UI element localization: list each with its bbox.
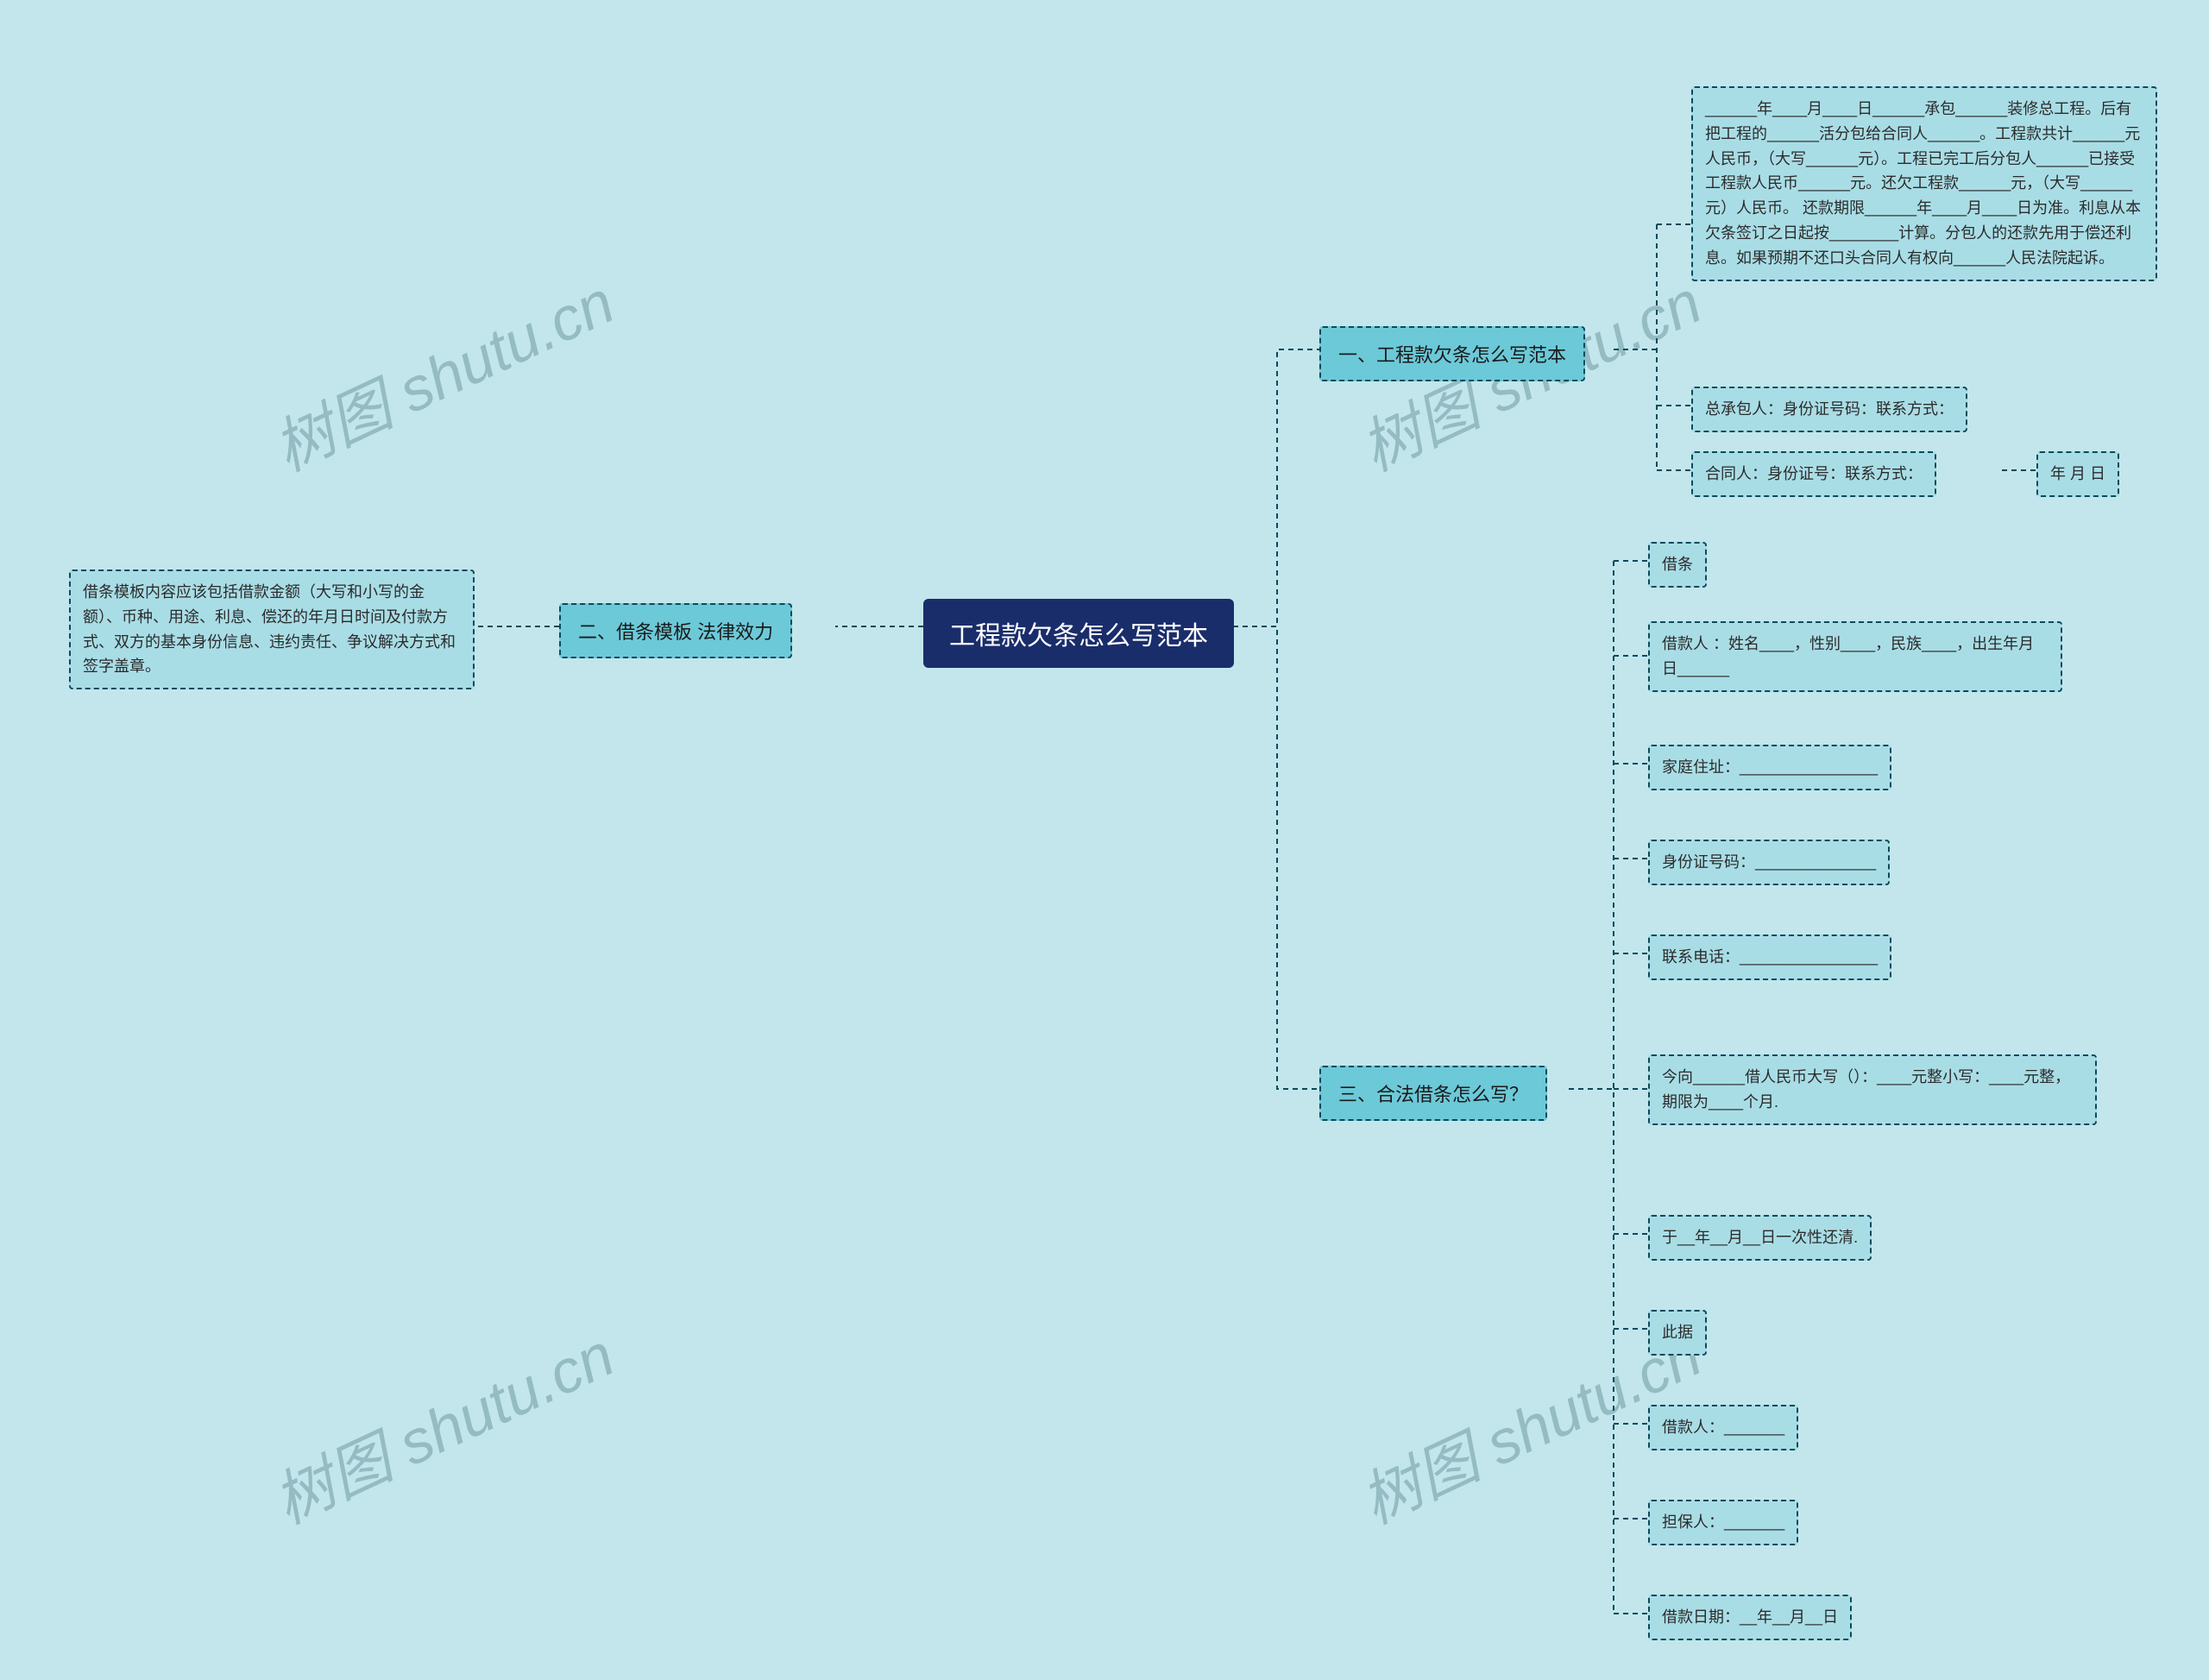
leaf-text: ______年____月____日______承包______装修总工程。后有把… <box>1705 100 2141 267</box>
leaf-text: 家庭住址：________________ <box>1662 758 1878 776</box>
leaf-node[interactable]: 借款人 ：姓名____，性别____，民族____，出生年月日______ <box>1648 621 2062 692</box>
leaf-text: 联系电话：________________ <box>1662 948 1878 966</box>
leaf-text: 借款日期：__年__月__日 <box>1662 1608 1838 1626</box>
leaf-node[interactable]: 此据 <box>1648 1310 1707 1356</box>
leaf-text: 借款人：_______ <box>1662 1419 1784 1436</box>
branch-label: 一、工程款欠条怎么写范本 <box>1338 344 1566 366</box>
leaf-text: 合同人：身份证号：联系方式： <box>1705 465 1923 482</box>
watermark-text: 树图 shutu.cn <box>258 1307 626 1541</box>
leaf-node[interactable]: 借款日期：__年__月__日 <box>1648 1595 1852 1640</box>
leaf-text: 借条 <box>1662 556 1693 573</box>
mindmap-canvas: 树图 shutu.cn 树图 shutu.cn 树图 shutu.cn 树图 s… <box>0 0 2209 1680</box>
branch-label: 二、借条模板 法律效力 <box>578 621 773 643</box>
branch-label: 三、合法借条怎么写？ <box>1338 1084 1528 1105</box>
root-label: 工程款欠条怎么写范本 <box>949 622 1208 651</box>
leaf-node[interactable]: 于__年__月__日一次性还清. <box>1648 1215 1872 1261</box>
leaf-text: 今向______借人民币大写（）：____元整小写：____元整，期限为____… <box>1662 1068 2070 1111</box>
branch-node-3[interactable]: 三、合法借条怎么写？ <box>1319 1066 1547 1121</box>
leaf-node[interactable]: 家庭住址：________________ <box>1648 745 1891 790</box>
leaf-text: 总承包人：身份证号码：联系方式： <box>1705 400 1954 418</box>
leaf-node[interactable]: 担保人：_______ <box>1648 1500 1798 1545</box>
leaf-node[interactable]: 今向______借人民币大写（）：____元整小写：____元整，期限为____… <box>1648 1054 2097 1125</box>
leaf-text: 身份证号码：______________ <box>1662 853 1876 871</box>
leaf-node[interactable]: 借款人：_______ <box>1648 1405 1798 1450</box>
branch-node-1[interactable]: 一、工程款欠条怎么写范本 <box>1319 326 1585 381</box>
leaf-node[interactable]: 借条 <box>1648 542 1707 588</box>
branch-node-2[interactable]: 二、借条模板 法律效力 <box>559 603 792 658</box>
leaf-text: 借款人 ：姓名____，性别____，民族____，出生年月日______ <box>1662 635 2034 677</box>
leaf-node[interactable]: 合同人：身份证号：联系方式： <box>1691 451 1936 497</box>
root-node[interactable]: 工程款欠条怎么写范本 <box>923 599 1234 668</box>
leaf-node[interactable]: 联系电话：________________ <box>1648 934 1891 980</box>
leaf-text: 于__年__月__日一次性还清. <box>1662 1229 1858 1246</box>
leaf-node[interactable]: 借条模板内容应该包括借款金额（大写和小写的金额）、币种、用途、利息、偿还的年月日… <box>69 569 475 689</box>
leaf-node[interactable]: ______年____月____日______承包______装修总工程。后有把… <box>1691 86 2157 281</box>
leaf-node[interactable]: 总承包人：身份证号码：联系方式： <box>1691 387 1967 432</box>
leaf-node[interactable]: 身份证号码：______________ <box>1648 840 1890 885</box>
watermark-text: 树图 shutu.cn <box>258 255 626 488</box>
leaf-text: 此据 <box>1662 1324 1693 1341</box>
leaf-text: 年 月 日 <box>2050 465 2105 482</box>
leaf-text: 借条模板内容应该包括借款金额（大写和小写的金额）、币种、用途、利息、偿还的年月日… <box>83 583 456 675</box>
leaf-node[interactable]: 年 月 日 <box>2036 451 2119 497</box>
leaf-text: 担保人：_______ <box>1662 1513 1784 1531</box>
